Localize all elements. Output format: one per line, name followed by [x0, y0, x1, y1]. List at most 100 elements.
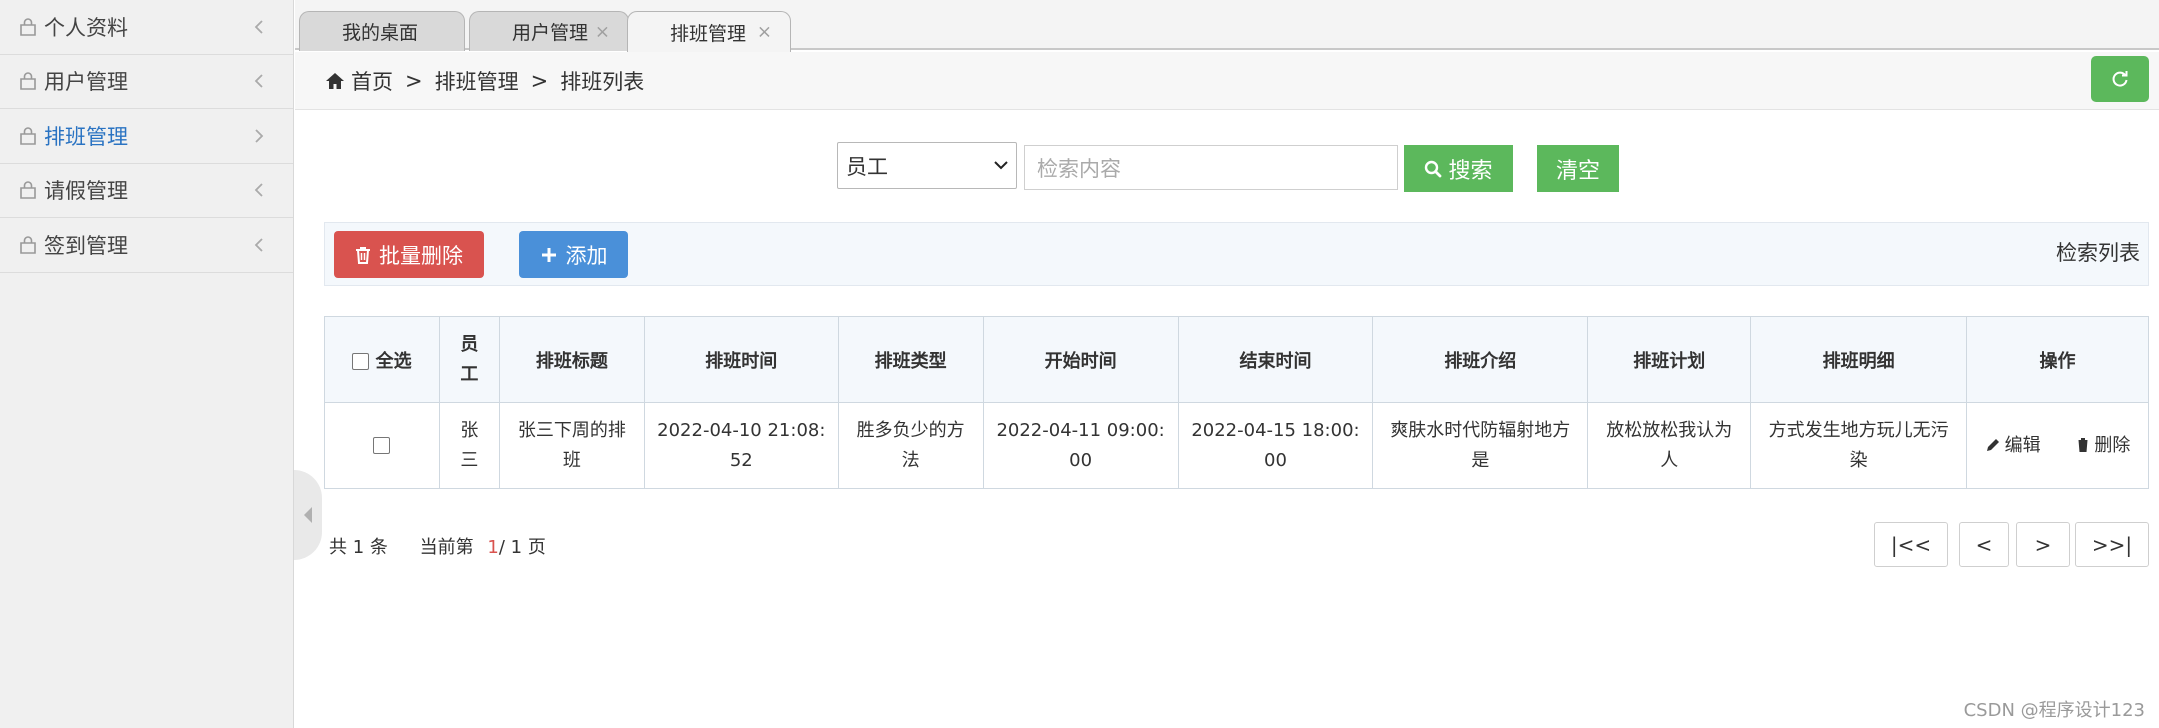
cell-time: 2022-04-10 21:08:52: [643, 402, 839, 489]
close-icon[interactable]: ×: [757, 22, 772, 43]
sidebar-item-leave[interactable]: 请假管理: [0, 164, 293, 218]
breadcrumb-home[interactable]: 首页: [351, 66, 393, 96]
table-header-row: 全选 员工 排班标题 排班时间 排班类型 开始时间 结束时间 排班介绍 排班计划…: [324, 316, 2149, 403]
search-icon: [1425, 160, 1442, 177]
prev-page-button[interactable]: <: [1959, 522, 2009, 567]
watermark: CSDN @程序设计123: [1963, 700, 2145, 721]
delete-label: 删除: [2094, 434, 2131, 456]
delete-link[interactable]: 删除: [2076, 435, 2130, 456]
sidebar-item-checkin[interactable]: 签到管理: [0, 218, 293, 273]
sidebar-item-users[interactable]: 用户管理: [0, 55, 293, 109]
sidebar-item-label: 请假管理: [44, 179, 128, 204]
page-slash: /: [498, 537, 505, 558]
last-page-button[interactable]: >>|: [2075, 522, 2149, 567]
batch-delete-button[interactable]: 批量删除: [334, 231, 484, 278]
breadcrumb: 首页 > 排班管理 > 排班列表: [295, 52, 2159, 110]
clear-button[interactable]: 清空: [1537, 145, 1619, 192]
current-page: 1: [487, 537, 499, 558]
header-type: 排班类型: [837, 316, 984, 403]
header-time: 排班时间: [643, 316, 839, 403]
table-row: 张三 张三下周的排班 2022-04-10 21:08:52 胜多负少的方法 2…: [324, 402, 2149, 489]
tab-label: 我的桌面: [342, 22, 419, 44]
header-title: 排班标题: [498, 316, 645, 403]
search-input[interactable]: 检索内容: [1024, 145, 1398, 190]
sidebar-item-profile[interactable]: 个人资料: [0, 0, 293, 55]
edit-link[interactable]: 编辑: [1985, 435, 2041, 456]
search-button[interactable]: 搜索: [1404, 145, 1513, 192]
add-label: 添加: [565, 243, 608, 268]
cell-plan: 放松放松我认为人: [1587, 402, 1752, 489]
tab-schedule-management[interactable]: 排班管理 ×: [627, 11, 791, 52]
header-start: 开始时间: [982, 316, 1179, 403]
header-detail: 排班明细: [1750, 316, 1968, 403]
chevron-left-icon: [253, 18, 265, 36]
chevron-left-icon: [253, 72, 265, 90]
current-prefix: 当前第: [419, 537, 474, 558]
total-pages: 1: [510, 537, 523, 558]
select-value: 员工: [846, 154, 888, 179]
trash-icon: [2077, 437, 2090, 452]
chevron-left-icon: [253, 181, 265, 199]
cell-ops: 编辑 删除: [1966, 402, 2149, 489]
page-suffix: 页: [527, 537, 546, 558]
list-title: 检索列表: [2056, 241, 2140, 265]
cell-title: 张三下周的排班: [498, 402, 645, 489]
sidebar-item-label: 个人资料: [44, 15, 128, 40]
next-page-button[interactable]: >: [2016, 522, 2070, 567]
tab-label: 用户管理: [512, 22, 589, 44]
tab-user-management[interactable]: 用户管理 ×: [469, 11, 629, 51]
breadcrumb-level1[interactable]: 排班管理: [435, 66, 519, 96]
edit-label: 编辑: [2004, 434, 2041, 456]
total-prefix: 共: [329, 537, 347, 558]
sidebar-collapse-handle[interactable]: [294, 470, 322, 560]
first-page-label: |<<: [1890, 532, 1932, 557]
refresh-icon: [2112, 71, 2128, 87]
prev-page-label: <: [1975, 532, 1993, 557]
select-all-checkbox[interactable]: [352, 353, 370, 370]
schedule-table: 全选 员工 排班标题 排班时间 排班类型 开始时间 结束时间 排班介绍 排班计划…: [324, 316, 2149, 489]
tab-bar: 我的桌面 用户管理 × 排班管理 ×: [295, 0, 2159, 52]
header-end: 结束时间: [1177, 316, 1374, 403]
first-page-button[interactable]: |<<: [1874, 522, 1948, 567]
breadcrumb-separator: >: [530, 68, 549, 93]
header-plan: 排班计划: [1587, 316, 1752, 403]
sidebar-item-label: 用户管理: [44, 70, 128, 95]
header-intro: 排班介绍: [1372, 316, 1589, 403]
breadcrumb-separator: >: [405, 68, 423, 93]
header-employee: 员工: [438, 316, 500, 403]
next-page-label: >: [2034, 532, 2052, 557]
sidebar-item-label: 排班管理: [44, 124, 128, 149]
header-select-all[interactable]: 全选: [324, 316, 440, 403]
cell-start: 2022-04-11 09:00:00: [982, 402, 1179, 489]
sidebar: 个人资料 用户管理 排班管理 请假管理 签到管理: [0, 0, 294, 728]
cell-end: 2022-04-15 18:00:00: [1177, 402, 1374, 489]
search-button-label: 搜索: [1448, 158, 1493, 184]
search-field-select[interactable]: 员工: [837, 142, 1017, 189]
tab-desktop[interactable]: 我的桌面: [299, 11, 465, 51]
shopping-bag-icon: [18, 17, 38, 37]
row-select[interactable]: [324, 402, 440, 489]
shopping-bag-icon: [18, 180, 38, 200]
total-suffix: 条: [369, 537, 388, 558]
cell-detail: 方式发生地方玩儿无污染: [1750, 402, 1968, 489]
select-all-label: 全选: [375, 350, 412, 372]
page-info: 共 1 条 当前第 1/ 1 页: [329, 533, 546, 559]
breadcrumb-level2: 排班列表: [560, 69, 645, 94]
trash-icon: [356, 246, 370, 264]
add-button[interactable]: 添加: [519, 231, 628, 278]
shopping-bag-icon: [18, 71, 38, 91]
search-placeholder: 检索内容: [1037, 156, 1121, 181]
cell-employee: 张三: [438, 402, 500, 489]
batch-delete-label: 批量删除: [379, 243, 463, 268]
row-checkbox[interactable]: [373, 437, 391, 454]
home-icon: [325, 72, 345, 90]
total-count: 1: [352, 537, 365, 558]
refresh-button[interactable]: [2091, 56, 2149, 102]
cell-intro: 爽肤水时代防辐射地方是: [1372, 402, 1589, 489]
cell-type: 胜多负少的方法: [837, 402, 984, 489]
chevron-left-icon: [253, 236, 265, 254]
caret-left-icon: [304, 507, 312, 523]
chevron-down-icon: [994, 161, 1008, 170]
sidebar-item-schedule[interactable]: 排班管理: [0, 109, 293, 164]
close-icon[interactable]: ×: [595, 21, 610, 42]
